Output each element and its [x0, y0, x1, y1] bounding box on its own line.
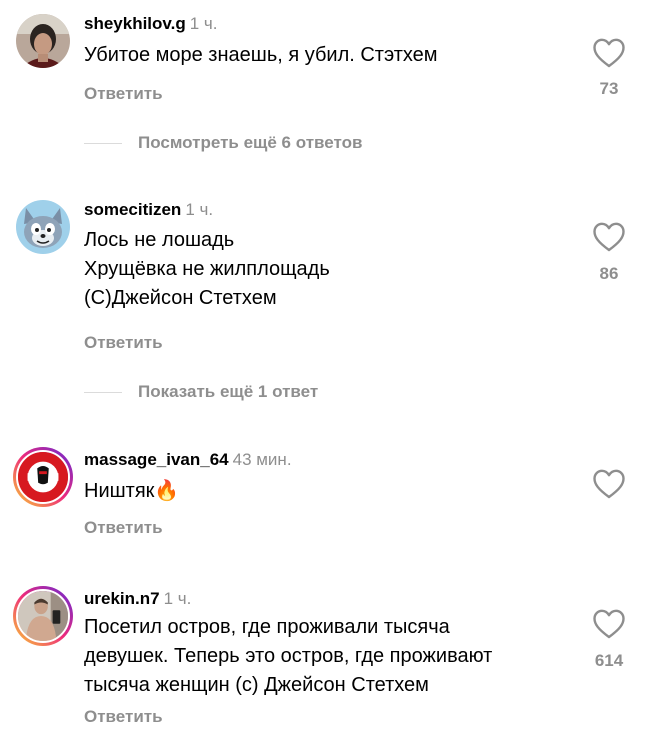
comment-line: тысяча женщин (с) Джейсон Стетхем	[84, 674, 429, 696]
avatar-image	[16, 589, 70, 643]
comment-line: Лось не лошадь	[84, 229, 235, 251]
view-more-replies-label[interactable]: Показать ещё 1 ответ	[138, 382, 318, 402]
mirror-selfie-avatar-icon	[18, 591, 68, 641]
dark-haired-person-avatar-icon	[16, 14, 70, 68]
reply-button[interactable]: Ответить	[84, 518, 163, 538]
timestamp: 43 мин.	[232, 450, 292, 469]
comment-line: (С)Джейсон Стетхем	[84, 287, 277, 309]
timestamp: 1 ч.	[189, 14, 218, 33]
avatar[interactable]	[13, 586, 73, 646]
comment-line: Посетил остров, где проживали тысяча	[84, 616, 450, 638]
reply-button[interactable]: Ответить	[84, 84, 163, 104]
avatar[interactable]	[16, 200, 70, 254]
comment-line: Ништяк🔥	[84, 477, 179, 506]
avatar-image	[16, 450, 70, 504]
spartak-logo-avatar-icon	[18, 452, 68, 502]
reply-button[interactable]: Ответить	[84, 333, 163, 353]
comment-line-text: Ништяк	[84, 480, 155, 502]
timestamp: 1 ч.	[185, 200, 214, 219]
view-more-replies-label[interactable]: Посмотреть ещё 6 ответов	[138, 133, 362, 153]
comment-text: Лось не лошадь Хрущёвка не жилплощадь (С…	[84, 226, 330, 313]
comment-meta: somecitizen 1 ч.	[84, 200, 213, 220]
heart-icon[interactable]	[592, 221, 626, 253]
avatar[interactable]	[16, 14, 70, 68]
username[interactable]: somecitizen	[84, 200, 181, 219]
heart-icon[interactable]	[592, 468, 626, 500]
heart-icon[interactable]	[592, 608, 626, 640]
comment-meta: urekin.n7 1 ч.	[84, 589, 191, 609]
comment-line: Убитое море знаешь, я убил. Стэтхем	[84, 44, 438, 66]
divider	[84, 392, 122, 393]
view-more-replies[interactable]: Показать ещё 1 ответ	[0, 380, 650, 404]
comment-meta: sheykhilov.g 1 ч.	[84, 14, 217, 34]
comment-text: Ништяк🔥	[84, 477, 179, 506]
username[interactable]: massage_ivan_64	[84, 450, 229, 469]
like-count: 73	[599, 79, 619, 98]
view-more-replies[interactable]: Посмотреть ещё 6 ответов	[0, 131, 650, 155]
timestamp: 1 ч.	[163, 589, 192, 608]
divider	[84, 143, 122, 144]
like-count: 614	[594, 651, 624, 670]
fire-emoji: 🔥	[154, 480, 180, 502]
comment-line: девушек. Теперь это остров, где проживаю…	[84, 645, 493, 667]
heart-icon[interactable]	[592, 37, 626, 69]
username[interactable]: sheykhilov.g	[84, 14, 186, 33]
reply-button[interactable]: Ответить	[84, 707, 163, 727]
comment-text: Посетил остров, где проживали тысяча дев…	[84, 613, 492, 700]
username[interactable]: urekin.n7	[84, 589, 160, 608]
comment-meta: massage_ivan_64 43 мин.	[84, 450, 292, 470]
comment-line: Хрущёвка не жилплощадь	[84, 258, 330, 280]
avatar[interactable]	[13, 447, 73, 507]
comment-text: Убитое море знаешь, я убил. Стэтхем	[84, 41, 438, 70]
like-count: 86	[599, 264, 619, 283]
cartoon-cat-avatar-icon	[16, 200, 70, 254]
